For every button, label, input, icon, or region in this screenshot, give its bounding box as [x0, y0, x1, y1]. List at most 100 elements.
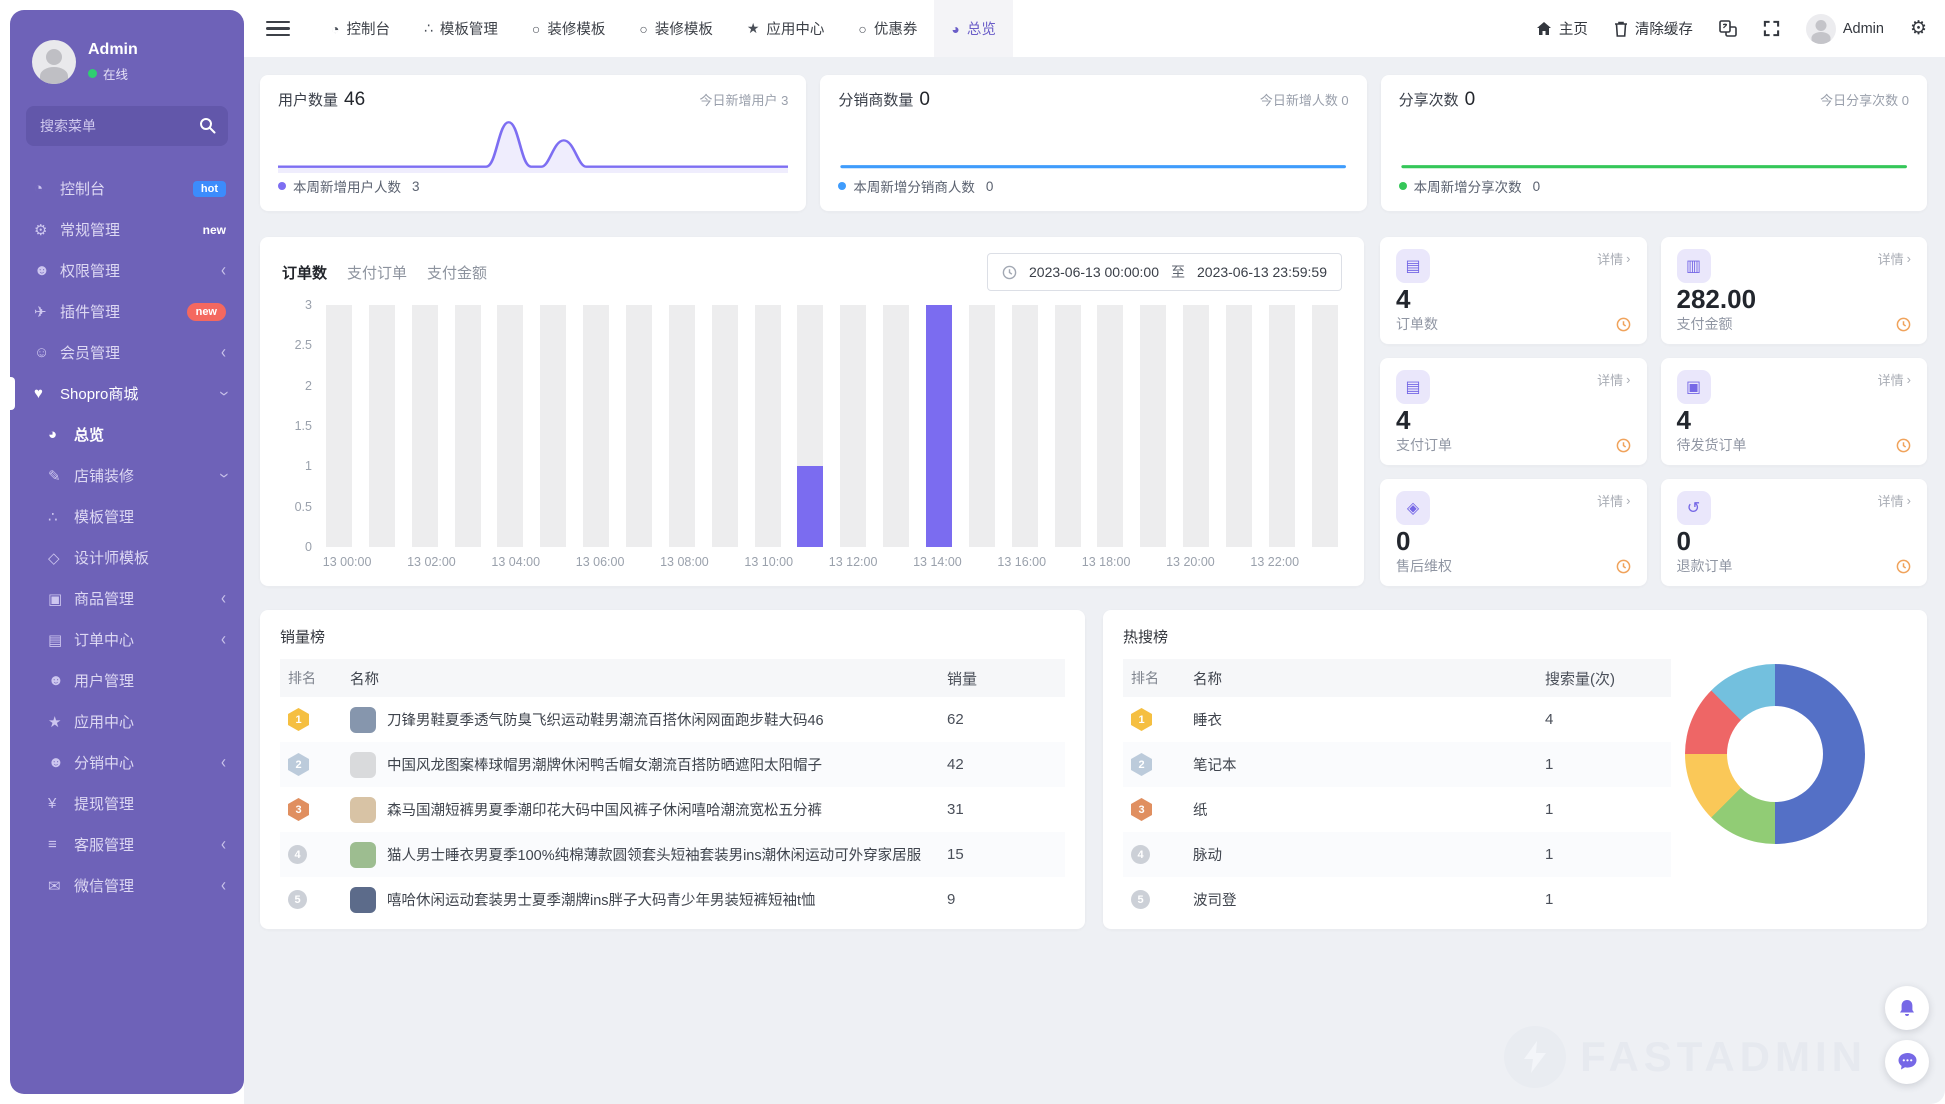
sidebar-item-app[interactable]: ★应用中心: [10, 701, 244, 742]
sidebar-item-order[interactable]: ▤订单中心‹: [10, 619, 244, 660]
profile-block[interactable]: Admin 在线: [10, 32, 244, 100]
sidebar-item-console[interactable]: ◔控制台hot: [10, 168, 244, 209]
item-name: 纸: [1193, 799, 1208, 820]
sidebar-item-general[interactable]: ⚙常规管理new: [10, 209, 244, 250]
y-axis-tick: 0.5: [282, 500, 312, 514]
name-cell: 脉动: [1193, 844, 1545, 865]
date-range-picker[interactable]: 2023-06-13 00:00:00 至 2023-06-13 23:59:5…: [987, 253, 1342, 291]
orders-chart-tabs: 订单数支付订单支付金额: [282, 262, 487, 283]
search-icon[interactable]: [199, 117, 216, 134]
bar-value-13 11:00: [797, 466, 823, 547]
home-button[interactable]: 主页: [1536, 18, 1588, 39]
detail-link[interactable]: 详情›: [1878, 491, 1911, 510]
rank-cell: 4: [1131, 845, 1193, 864]
value-cell: 1: [1545, 891, 1663, 908]
legend-dot-icon: [278, 182, 286, 190]
date-to[interactable]: 2023-06-13 23:59:59: [1197, 264, 1327, 280]
nav-tab-label: 装修模板: [547, 18, 605, 39]
shipping-icon: ▣: [1677, 370, 1711, 404]
search-input[interactable]: [26, 106, 228, 146]
date-from[interactable]: 2023-06-13 00:00:00: [1029, 264, 1159, 280]
detail-link[interactable]: 详情›: [1597, 370, 1630, 389]
chart-tab-支付金额[interactable]: 支付金额: [427, 262, 487, 283]
rank-medal-2-icon: 2: [1131, 753, 1152, 776]
sidebar-item-overview[interactable]: ◕总览: [10, 414, 244, 455]
table-row: 1刀锋男鞋夏季透气防臭飞织运动鞋男潮流百搭休闲网面跑步鞋大码4662: [280, 697, 1065, 742]
admin-user-button[interactable]: Admin: [1806, 14, 1884, 44]
hamburger-menu-icon[interactable]: [258, 0, 298, 57]
chevron-left-icon: ‹: [221, 877, 226, 895]
summary-card-value: 4: [1396, 285, 1631, 314]
gear-icon[interactable]: ⚙: [1910, 17, 1927, 40]
y-axis-tick: 3: [282, 298, 312, 312]
plane-icon: ✈: [34, 303, 60, 321]
date-separator: 至: [1171, 262, 1185, 282]
product-thumbnail: [350, 752, 376, 778]
bar-track-13 13:00: [883, 305, 909, 547]
detail-link[interactable]: 详情›: [1597, 249, 1630, 268]
orders-chart-header: 订单数支付订单支付金额 2023-06-13 00:00:00 至 2023-0…: [282, 253, 1342, 291]
detail-link[interactable]: 详情›: [1878, 249, 1911, 268]
watermark: FASTADMIN: [1504, 1026, 1867, 1088]
chevron-right-icon: ›: [1626, 251, 1630, 266]
rank-cell: 1: [1131, 708, 1193, 731]
hot-search-table: 排名名称搜索量(次)1睡衣42笔记本13纸14脉动15波司登1: [1123, 659, 1671, 922]
value-cell: 31: [947, 801, 1057, 818]
stat-card-today-label: 今日分享次数 0: [1820, 90, 1909, 109]
nav-tab-3-装修模板[interactable]: ○装修模板: [515, 0, 622, 57]
sidebar-item-service[interactable]: ≡客服管理‹: [10, 824, 244, 865]
nav-tab-2-模板管理[interactable]: ∴模板管理: [407, 0, 515, 57]
chat-fab[interactable]: [1885, 1040, 1929, 1084]
chevron-right-icon: ›: [1626, 372, 1630, 387]
bar-track-13 04:00: [497, 305, 523, 547]
sidebar-item-designer[interactable]: ◇设计师模板: [10, 537, 244, 578]
sidebar-item-goods[interactable]: ▣商品管理‹: [10, 578, 244, 619]
table-row: 2中国风龙图案棒球帽男潮牌休闲鸭舌帽女潮流百搭防晒遮阳太阳帽子42: [280, 742, 1065, 787]
stat-card-title: 分销商数量: [838, 92, 913, 109]
nav-tab-6-优惠券[interactable]: ○优惠券: [841, 0, 934, 57]
rank-cell: 1: [288, 708, 350, 731]
detail-link[interactable]: 详情›: [1878, 370, 1911, 389]
nav-tab-5-应用中心[interactable]: ★应用中心: [730, 0, 842, 57]
fastadmin-logo-icon: [1504, 1026, 1566, 1088]
box-icon: ◇: [48, 549, 74, 567]
sidebar-item-withdraw[interactable]: ¥提现管理: [10, 783, 244, 824]
table-row: 4猫人男士睡衣男夏季100%纯棉薄款圆领套头短袖套装男ins潮休闲运动可外穿家居…: [280, 832, 1065, 877]
bell-icon: [1897, 998, 1917, 1019]
bar-track-13 07:00: [626, 305, 652, 547]
watermark-text: FASTADMIN: [1580, 1033, 1867, 1081]
shopro-icon: ♥: [34, 385, 60, 402]
sparkline-chart: [278, 115, 788, 173]
sidebar-item-wechat[interactable]: ✉微信管理‹: [10, 865, 244, 906]
sidebar-item-auth[interactable]: ☻权限管理‹: [10, 250, 244, 291]
summary-card-支付金额: ▥详情›282.00支付金额: [1661, 237, 1928, 344]
sidebar-item-decorate[interactable]: ✎店铺装修‹: [10, 455, 244, 496]
nav-tab-4-装修模板[interactable]: ○装修模板: [622, 0, 729, 57]
clear-cache-button[interactable]: 清除缓存: [1614, 18, 1693, 39]
list-icon: ≡: [48, 836, 74, 853]
new-text-badge: new: [203, 223, 226, 237]
rank-cell: 2: [1131, 753, 1193, 776]
notifications-fab[interactable]: [1885, 986, 1929, 1030]
nav-tab-7-总览[interactable]: ◕总览: [934, 0, 1012, 57]
sidebar-item-commission[interactable]: ☻分销中心‹: [10, 742, 244, 783]
fullscreen-button[interactable]: [1763, 20, 1780, 37]
sidebar-item-user[interactable]: ☻用户管理: [10, 660, 244, 701]
chart-tab-支付订单[interactable]: 支付订单: [347, 262, 407, 283]
sidebar-item-label: 分销中心: [74, 752, 221, 773]
language-button[interactable]: [1719, 20, 1737, 37]
sidebar-item-addons[interactable]: ✈插件管理new: [10, 291, 244, 332]
sidebar-item-template[interactable]: ∴模板管理: [10, 496, 244, 537]
sidebar-item-member[interactable]: ☺会员管理‹: [10, 332, 244, 373]
sidebar-item-shopro[interactable]: ♥Shopro商城‹: [10, 373, 244, 414]
bar-track-13 06:00: [583, 305, 609, 547]
detail-link[interactable]: 详情›: [1597, 491, 1630, 510]
chevron-left-icon: ‹: [221, 631, 226, 649]
nav-tabs: ◔控制台∴模板管理○装修模板○装修模板★应用中心○优惠券◕总览: [314, 0, 1013, 57]
bar-plot-area: [326, 305, 1338, 547]
bar-track-13 21:00: [1226, 305, 1252, 547]
nav-tab-1-控制台[interactable]: ◔控制台: [314, 0, 407, 57]
legend-label: 本周新增用户人数: [293, 176, 401, 196]
sidebar-item-label: 设计师模板: [74, 547, 226, 568]
chart-tab-订单数[interactable]: 订单数: [282, 262, 327, 283]
